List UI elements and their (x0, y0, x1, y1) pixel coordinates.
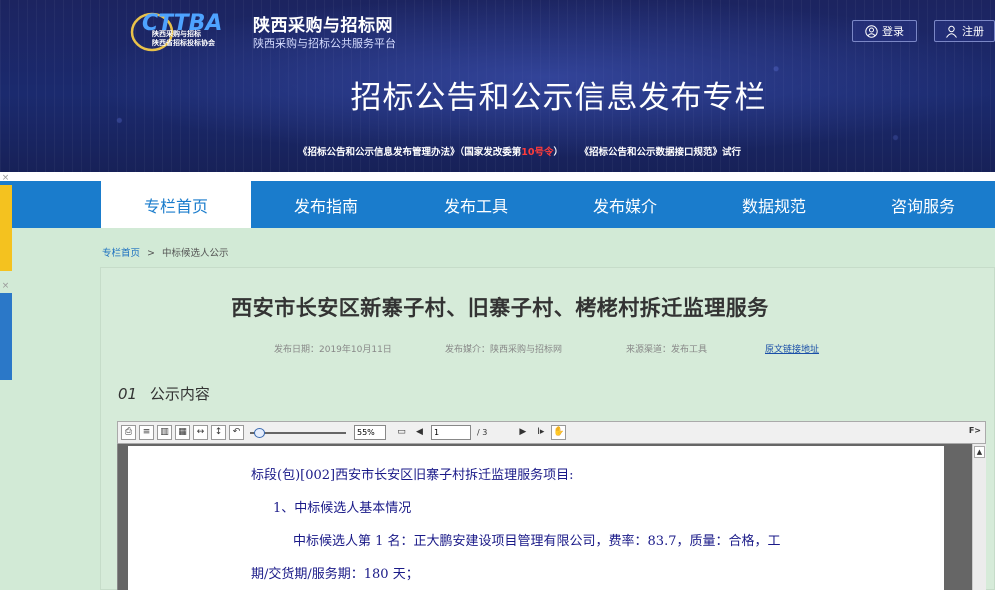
nav-item-consult[interactable]: 咨询服务 (848, 181, 995, 228)
site-header: CTTBA 陕西采购与招标 陕西省招标投标协会 陕西采购与招标网 陕西采购与招标… (0, 0, 995, 172)
rotate-icon[interactable]: ↶ (229, 425, 244, 440)
nav-item-tools[interactable]: 发布工具 (401, 181, 551, 228)
breadcrumb-separator: > (147, 248, 156, 259)
source-link[interactable]: 原文链接地址 (765, 342, 819, 355)
register-button[interactable]: 注册 (934, 20, 995, 42)
logo-line-2: 陕西省招标投标协会 (152, 39, 215, 47)
zoom-knob[interactable] (254, 428, 265, 438)
ad-close-icon[interactable]: × (0, 281, 11, 291)
banner-note-part1: 《招标公告和公示信息发布管理办法》（国家发改委第 (298, 147, 522, 158)
register-label: 注册 (962, 25, 984, 38)
section-heading: 01 公示内容 (118, 383, 210, 404)
page-total: / 3 (477, 428, 488, 437)
pdf-line: 1、中标候选人基本情况 (273, 501, 412, 516)
toolbar-extra-label[interactable]: F> (969, 426, 981, 435)
zoom-slider[interactable] (250, 425, 346, 440)
section-title: 公示内容 (149, 385, 210, 403)
logo-caption: 陕西采购与招标 陕西省招标投标协会 (132, 30, 230, 50)
pdf-page: 标段(包)[002]西安市长安区旧寨子村拆迁监理服务项目: 1、中标候选人基本情… (128, 446, 944, 590)
article-title: 西安市长安区新寨子村、旧寨子村、栲栳村拆迁监理服务 (231, 296, 769, 320)
prev-page-icon[interactable]: ◀ (412, 425, 427, 440)
site-subtitle: 陕西采购与招标公共服务平台 (253, 37, 396, 50)
nav-item-home[interactable]: 专栏首页 (101, 181, 251, 228)
pdf-line: 中标候选人第 1 名：正大鹏安建设项目管理有限公司，费率：83.7，质量：合格，… (293, 534, 781, 549)
nav-item-data-spec[interactable]: 数据规范 (699, 181, 849, 228)
user-icon (946, 25, 957, 38)
breadcrumb: 专栏首页 > 中标候选人公示 (102, 245, 229, 259)
zoom-input[interactable] (354, 425, 386, 440)
pdf-line: 期/交货期/服务期：180 天； (251, 567, 419, 582)
banner-note-part2: ） 《招标公告和公示数据接口规范》试行 (553, 147, 742, 158)
nav-item-media[interactable]: 发布媒介 (550, 181, 700, 228)
site-title[interactable]: 陕西采购与招标网 (253, 11, 393, 36)
pdf-scrollbar[interactable]: ▲ (972, 444, 986, 590)
single-page-icon[interactable]: ≡ (139, 425, 154, 440)
login-button[interactable]: 登录 (852, 20, 917, 42)
source-channel: 来源渠道：发布工具 (626, 345, 708, 355)
breadcrumb-current: 中标候选人公示 (162, 248, 229, 259)
side-ad-1[interactable] (0, 185, 12, 271)
next-page-icon[interactable]: ▶ (515, 425, 530, 440)
scroll-up-icon[interactable]: ▲ (974, 446, 985, 458)
monitor-icon[interactable]: ▭ (394, 425, 409, 440)
page-input[interactable] (431, 425, 471, 440)
breadcrumb-home[interactable]: 专栏首页 (102, 248, 140, 259)
pdf-viewport[interactable]: 标段(包)[002]西安市长安区旧寨子村拆迁监理服务项目: 1、中标候选人基本情… (117, 444, 986, 590)
main-nav: 专栏首页 发布指南 发布工具 发布媒介 数据规范 咨询服务 (0, 181, 995, 228)
publish-media: 发布媒介：陕西采购与招标网 (445, 345, 563, 355)
fit-width-icon[interactable]: ↔ (193, 425, 208, 440)
publish-date: 发布日期：2019年10月11日 (274, 345, 392, 355)
fit-height-icon[interactable]: ↕ (211, 425, 226, 440)
pdf-line: 标段(包)[002]西安市长安区旧寨子村拆迁监理服务项目: (251, 468, 574, 483)
banner-note: 《招标公告和公示信息发布管理办法》（国家发改委第10号令） 《招标公告和公示数据… (298, 144, 741, 158)
banner-title: 招标公告和公示信息发布专栏 (350, 80, 767, 116)
user-circle-icon (865, 24, 878, 38)
text-select-icon[interactable]: I▸ (533, 425, 548, 440)
side-ad-2[interactable] (0, 293, 12, 380)
header-divider (0, 172, 995, 181)
banner-note-red: 10号令 (521, 147, 554, 158)
ad-close-icon[interactable]: × (0, 173, 11, 183)
grid-view-icon[interactable]: ▦ (175, 425, 190, 440)
pdf-toolbar: ⎙ ≡ ▥ ▦ ↔ ↕ ↶ ▭ ◀ / 3 ▶ I▸ ✋ F> (117, 421, 986, 444)
print-icon[interactable]: ⎙ (121, 425, 136, 440)
section-number: 01 (118, 385, 138, 403)
login-label: 登录 (882, 25, 904, 38)
nav-item-guide[interactable]: 发布指南 (251, 181, 401, 228)
logo-line-1: 陕西采购与招标 (152, 30, 201, 38)
two-page-icon[interactable]: ▥ (157, 425, 172, 440)
hand-tool-icon[interactable]: ✋ (551, 425, 567, 440)
